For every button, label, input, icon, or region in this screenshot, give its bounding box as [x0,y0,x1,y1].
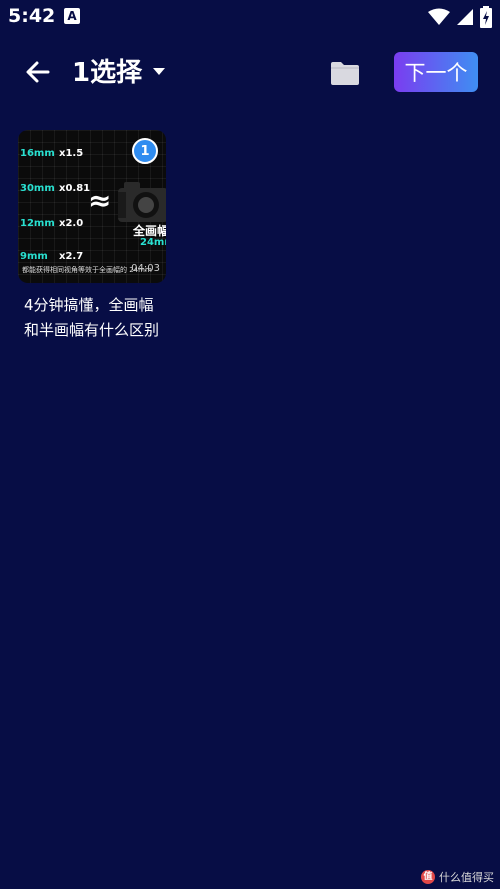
thumb-factor: x0.81 [59,183,91,194]
status-bar: 5:42 A [0,0,500,34]
signal-icon [457,9,473,25]
page-title: 1选择 [72,58,143,88]
battery-icon [480,6,492,28]
thumb-mm: 30mm [20,183,55,194]
status-icons [428,6,492,28]
video-thumbnail[interactable]: 16mm x1.5 30mm x0.81 12mm x2.0 9mm x2.7 … [18,130,166,283]
media-card[interactable]: 16mm x1.5 30mm x0.81 12mm x2.0 9mm x2.7 … [18,130,166,343]
next-button[interactable]: 下一个 [394,52,478,92]
watermark: 值 什么值得买 [421,869,494,885]
thumb-mm: 12mm [20,218,55,229]
thumb-factor: x1.5 [59,148,84,159]
thumb-factor: x2.7 [59,251,84,262]
video-duration: 04:03 [131,263,160,274]
approx-symbol: ≈ [88,184,112,217]
selection-badge[interactable]: 1 [132,138,158,164]
thumb-row: 12mm x2.0 [20,218,83,229]
folder-icon[interactable] [328,56,362,90]
watermark-logo-icon: 值 [421,870,435,884]
media-title: 4分钟搞懂，全画幅和半画幅有什么区别 [24,296,160,339]
media-grid: 16mm x1.5 30mm x0.81 12mm x2.0 9mm x2.7 … [18,130,166,343]
thumb-factor: x2.0 [59,218,84,229]
caret-down-icon [153,67,166,75]
status-time: 5:42 [8,5,56,27]
thumb-focal-label: 24mm [140,237,166,248]
thumb-row: 16mm x1.5 [20,148,83,159]
top-bar: 1选择 下一个 [0,40,500,104]
thumb-row: 9mm x2.7 [20,251,83,262]
back-arrow-icon[interactable] [22,56,54,88]
thumb-mm: 16mm [20,148,55,159]
album-selector[interactable]: 1选择 [72,52,168,89]
wifi-icon [428,8,450,25]
thumb-row: 30mm x0.81 [20,183,90,194]
watermark-text: 什么值得买 [439,871,494,884]
notification-icon: A [64,8,80,24]
camera-icon [118,182,166,222]
thumb-mm: 9mm [20,251,48,262]
